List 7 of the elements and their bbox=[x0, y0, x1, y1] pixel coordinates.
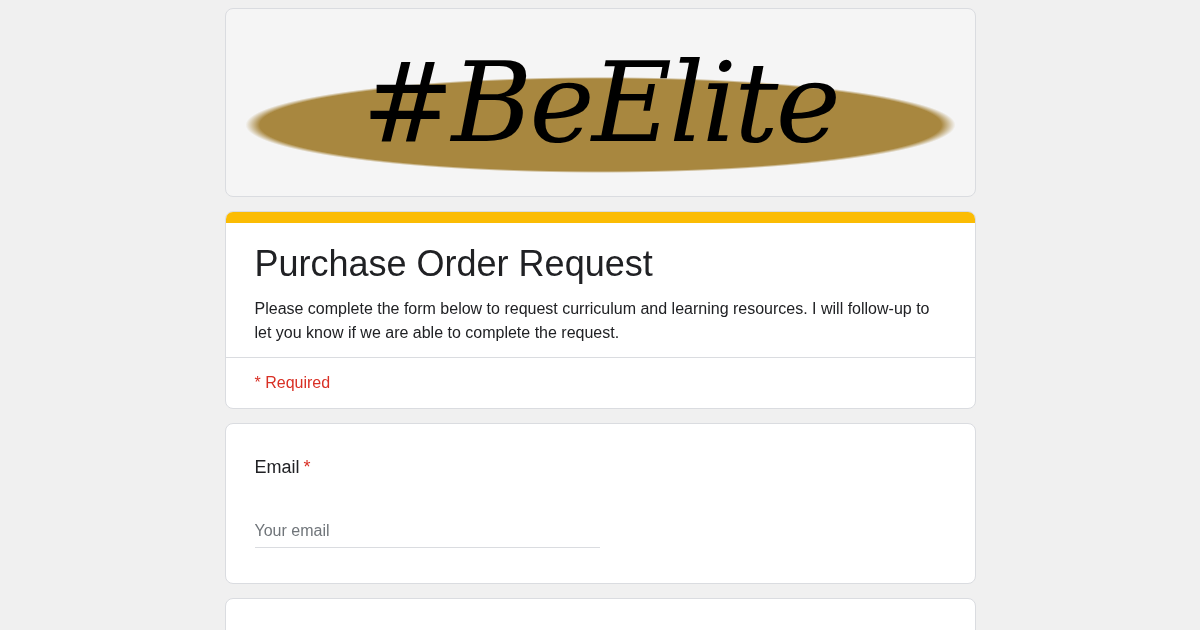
email-input-field[interactable]: Your email bbox=[254, 519, 600, 548]
form-description: Please complete the form below to request curriculum and learning resources. I will follow-up to let you know if we are able to complete the request. bbox=[254, 299, 931, 343]
required-note: * Required bbox=[254, 374, 331, 391]
form-title: Purchase Order Request bbox=[254, 242, 654, 286]
required-asterisk: * bbox=[303, 456, 311, 479]
question-label: Email bbox=[254, 456, 300, 479]
banner-text: #BeElite bbox=[361, 47, 839, 158]
